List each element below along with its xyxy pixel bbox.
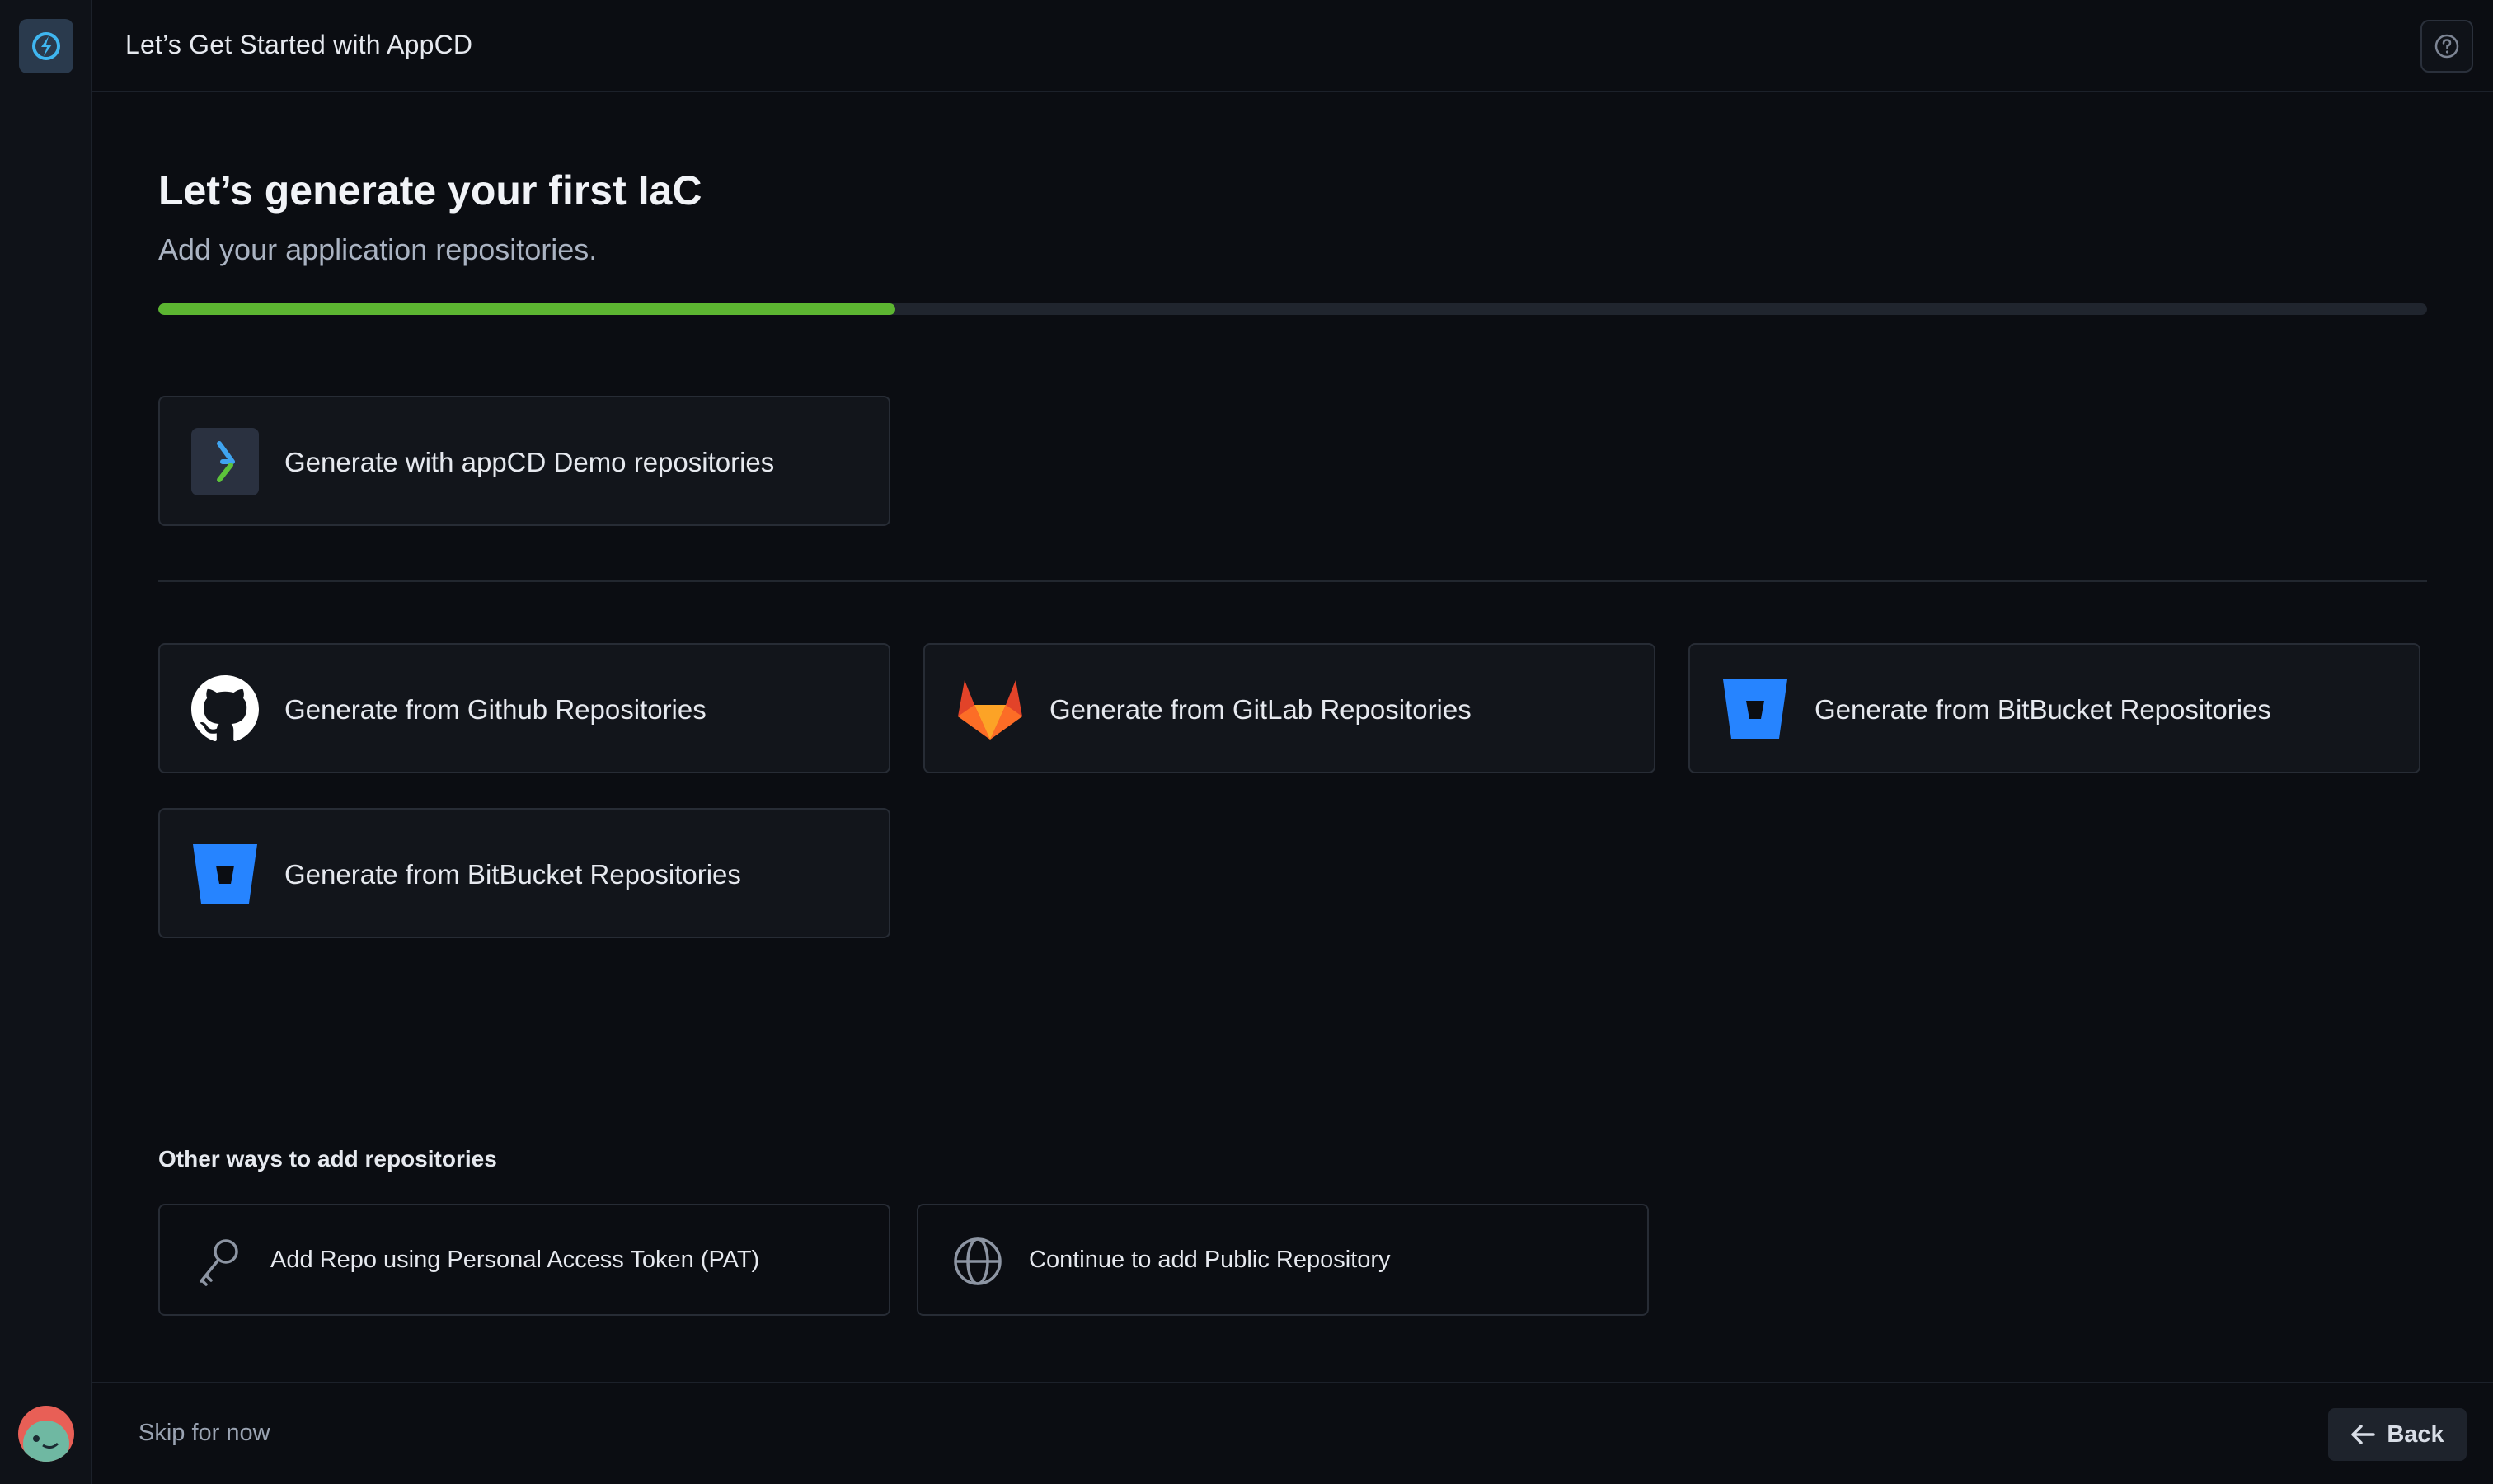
progress-bar-fill [158, 303, 896, 315]
help-button[interactable] [2420, 20, 2473, 73]
gitlab-repositories-card[interactable]: Generate from GitLab Repositories [923, 643, 1655, 773]
appcd-logo-icon [32, 32, 60, 60]
public-repository-label: Continue to add Public Repository [1029, 1247, 1391, 1273]
question-circle-icon [2434, 34, 2459, 59]
appcd-logo[interactable] [19, 19, 73, 73]
bitbucket-repositories-card[interactable]: Generate from BitBucket Repositories [158, 808, 890, 938]
github-repositories-card[interactable]: Generate from Github Repositories [158, 643, 890, 773]
section-divider [158, 580, 2427, 582]
bitbucket-repositories-card[interactable]: Generate from BitBucket Repositories [1688, 643, 2420, 773]
demo-repositories-card[interactable]: Generate with appCD Demo repositories [158, 396, 890, 526]
progress-bar [158, 303, 2427, 315]
key-icon [193, 1235, 246, 1288]
top-bar: Let’s Get Started with AppCD [92, 0, 2493, 92]
page-title: Let’s generate your first IaC [158, 167, 702, 214]
add-repo-pat-card[interactable]: Add Repo using Personal Access Token (PA… [158, 1204, 890, 1316]
left-rail [0, 0, 92, 1484]
other-ways-heading: Other ways to add repositories [158, 1146, 497, 1172]
bitbucket-icon [1721, 675, 1789, 743]
skip-link[interactable]: Skip for now [138, 1420, 270, 1447]
back-button-label: Back [2387, 1421, 2444, 1448]
page-header-title: Let’s Get Started with AppCD [125, 30, 473, 59]
github-repositories-label: Generate from Github Repositories [284, 694, 707, 725]
back-button[interactable]: Back [2328, 1408, 2467, 1461]
globe-icon [951, 1235, 1004, 1288]
gitlab-repositories-label: Generate from GitLab Repositories [1049, 694, 1472, 725]
appcd-demo-icon [191, 428, 259, 495]
footer-bar: Skip for now Back [92, 1382, 2493, 1484]
github-icon [191, 675, 259, 743]
public-repository-card[interactable]: Continue to add Public Repository [917, 1204, 1649, 1316]
bitbucket-icon [191, 840, 259, 908]
page-subtitle: Add your application repositories. [158, 232, 598, 266]
avatar-icon [18, 1406, 74, 1462]
user-avatar[interactable] [18, 1406, 74, 1462]
bitbucket-repositories-label: Generate from BitBucket Repositories [1815, 694, 2271, 725]
gitlab-icon [956, 675, 1024, 743]
arrow-left-icon [2351, 1425, 2376, 1444]
add-repo-pat-label: Add Repo using Personal Access Token (PA… [270, 1247, 760, 1273]
bitbucket-repositories-label: Generate from BitBucket Repositories [284, 859, 741, 890]
demo-repositories-label: Generate with appCD Demo repositories [284, 447, 775, 477]
